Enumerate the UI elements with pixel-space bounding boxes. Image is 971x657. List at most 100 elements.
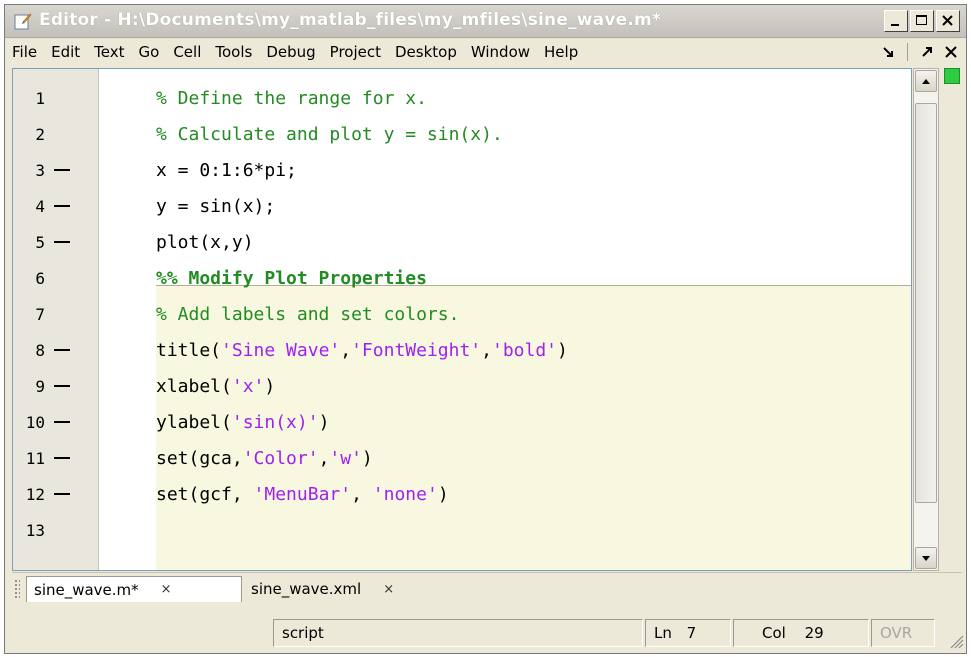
code-token: % Define the range for x. bbox=[156, 87, 427, 109]
code-line[interactable]: 1 % Define the range for x. bbox=[13, 80, 911, 116]
breakpoint-marker[interactable] bbox=[54, 529, 70, 531]
status-mode: script bbox=[273, 619, 643, 647]
code-token: set(gca, bbox=[156, 447, 243, 469]
arrow-down-icon bbox=[922, 556, 930, 561]
status-overwrite: OVR bbox=[871, 619, 935, 647]
code-token: 'Color' bbox=[242, 447, 319, 469]
code-analyzer-status-indicator[interactable] bbox=[944, 68, 960, 84]
menu-help[interactable]: Help bbox=[537, 38, 585, 66]
breakpoint-marker[interactable] bbox=[54, 421, 70, 423]
breakpoint-marker[interactable] bbox=[54, 169, 70, 171]
breakpoint-marker[interactable] bbox=[54, 493, 70, 495]
code-token: 'bold' bbox=[491, 339, 558, 361]
vertical-scrollbar[interactable] bbox=[913, 68, 939, 571]
code-token: ) bbox=[264, 375, 276, 397]
tab-label: sine_wave.m* bbox=[34, 580, 139, 599]
code-token: % Add labels and set colors. bbox=[156, 303, 460, 325]
code-token: x = 0:1:6*pi; bbox=[156, 159, 297, 181]
code-line[interactable]: 7 % Add labels and set colors. bbox=[13, 296, 911, 332]
breakpoint-marker[interactable] bbox=[54, 277, 70, 279]
breakpoint-marker[interactable] bbox=[54, 457, 70, 459]
code-lines: 1 % Define the range for x. 2 % Calculate a… bbox=[13, 80, 911, 548]
menu-text[interactable]: Text bbox=[87, 38, 131, 66]
code-text[interactable]: x = 0:1:6*pi; bbox=[156, 160, 297, 181]
scroll-up-button[interactable] bbox=[915, 70, 937, 92]
code-line[interactable]: 6 %% Modify Plot Properties bbox=[13, 260, 911, 296]
tab-close-icon[interactable]: × bbox=[383, 582, 394, 597]
code-token: , bbox=[481, 339, 492, 361]
line-number: 3 bbox=[35, 160, 45, 180]
scroll-down-button[interactable] bbox=[915, 547, 937, 569]
line-number: 13 bbox=[25, 520, 45, 540]
code-line[interactable]: 2 % Calculate and plot y = sin(x). bbox=[13, 116, 911, 152]
code-text[interactable]: % Define the range for x. bbox=[156, 88, 427, 109]
code-text[interactable]: % Calculate and plot y = sin(x). bbox=[156, 124, 503, 145]
code-text[interactable]: y = sin(x); bbox=[156, 196, 275, 217]
code-line[interactable]: 10 ylabel('sin(x)') bbox=[13, 404, 911, 440]
menu-bar: File Edit Text Go Cell Tools Debug Proje… bbox=[5, 38, 966, 66]
line-number: 8 bbox=[35, 340, 45, 360]
code-token: title( bbox=[156, 339, 222, 361]
breakpoint-marker[interactable] bbox=[54, 349, 70, 351]
title-bar[interactable]: Editor - H:\Documents\my_matlab_files\my… bbox=[5, 5, 966, 38]
status-column-label: Col bbox=[762, 624, 786, 642]
menu-go[interactable]: Go bbox=[132, 38, 167, 66]
scroll-thumb[interactable] bbox=[915, 103, 937, 503]
code-line[interactable]: 11 set(gca,'Color','w') bbox=[13, 440, 911, 476]
code-line[interactable]: 8 title('Sine Wave','FontWeight','bold') bbox=[13, 332, 911, 368]
resize-grip-icon[interactable] bbox=[948, 633, 964, 649]
code-line[interactable]: 3 x = 0:1:6*pi; bbox=[13, 152, 911, 188]
code-text[interactable]: set(gca,'Color','w') bbox=[156, 448, 373, 469]
code-text[interactable]: xlabel('x') bbox=[156, 376, 275, 397]
code-token: ) bbox=[437, 483, 449, 505]
breakpoint-marker[interactable] bbox=[54, 133, 70, 135]
status-line: Ln 7 bbox=[645, 619, 731, 647]
code-line[interactable]: 4 y = sin(x); bbox=[13, 188, 911, 224]
code-text[interactable]: % Add labels and set colors. bbox=[156, 304, 459, 325]
code-text[interactable]: ylabel('sin(x)') bbox=[156, 412, 329, 433]
menu-file[interactable]: File bbox=[5, 38, 44, 66]
code-line[interactable]: 13 bbox=[13, 512, 911, 548]
close-document-icon[interactable] bbox=[942, 43, 960, 61]
code-text[interactable]: set(gcf, 'MenuBar', 'none') bbox=[156, 484, 449, 505]
menu-window[interactable]: Window bbox=[464, 38, 537, 66]
close-button[interactable] bbox=[936, 10, 960, 32]
line-number: 10 bbox=[25, 412, 45, 432]
menu-project[interactable]: Project bbox=[323, 38, 388, 66]
code-token: 'sin(x)' bbox=[231, 411, 319, 433]
tab-close-icon[interactable]: × bbox=[161, 582, 172, 597]
undock-arrow-icon[interactable] bbox=[918, 43, 936, 61]
menu-edit[interactable]: Edit bbox=[44, 38, 87, 66]
line-number: 12 bbox=[25, 484, 45, 504]
breakpoint-marker[interactable] bbox=[54, 205, 70, 207]
code-token: 'none' bbox=[372, 483, 438, 505]
dock-arrow-icon[interactable] bbox=[879, 43, 897, 61]
minimize-button[interactable] bbox=[884, 10, 908, 32]
maximize-button[interactable] bbox=[910, 10, 934, 32]
menu-debug[interactable]: Debug bbox=[259, 38, 322, 66]
code-editor[interactable]: 1 % Define the range for x. 2 % Calculate a… bbox=[12, 68, 912, 571]
code-token: , bbox=[318, 447, 330, 469]
window-title: Editor - H:\Documents\my_matlab_files\my… bbox=[39, 10, 662, 30]
code-line[interactable]: 12 set(gcf, 'MenuBar', 'none') bbox=[13, 476, 911, 512]
code-token: 'FontWeight' bbox=[351, 339, 482, 361]
code-token: xlabel( bbox=[156, 375, 232, 397]
menu-cell[interactable]: Cell bbox=[166, 38, 208, 66]
line-number: 2 bbox=[35, 124, 45, 144]
code-token: set(gcf, bbox=[156, 483, 254, 505]
breakpoint-marker[interactable] bbox=[54, 385, 70, 387]
menu-desktop[interactable]: Desktop bbox=[388, 38, 464, 66]
tab-sine-wave-m[interactable]: sine_wave.m* × bbox=[26, 576, 242, 602]
code-line[interactable]: 9 xlabel('x') bbox=[13, 368, 911, 404]
tab-sine-wave-xml[interactable]: sine_wave.xml × bbox=[244, 576, 458, 602]
code-token: ylabel( bbox=[156, 411, 232, 433]
code-text[interactable]: plot(x,y) bbox=[156, 232, 254, 253]
breakpoint-marker[interactable] bbox=[54, 241, 70, 243]
breakpoint-marker[interactable] bbox=[54, 97, 70, 99]
menu-tools[interactable]: Tools bbox=[208, 38, 259, 66]
code-text[interactable]: %% Modify Plot Properties bbox=[156, 268, 427, 289]
code-line[interactable]: 5 plot(x,y) bbox=[13, 224, 911, 260]
tab-grip-icon[interactable] bbox=[14, 579, 20, 599]
code-text[interactable]: title('Sine Wave','FontWeight','bold') bbox=[156, 340, 568, 361]
breakpoint-marker[interactable] bbox=[54, 313, 70, 315]
